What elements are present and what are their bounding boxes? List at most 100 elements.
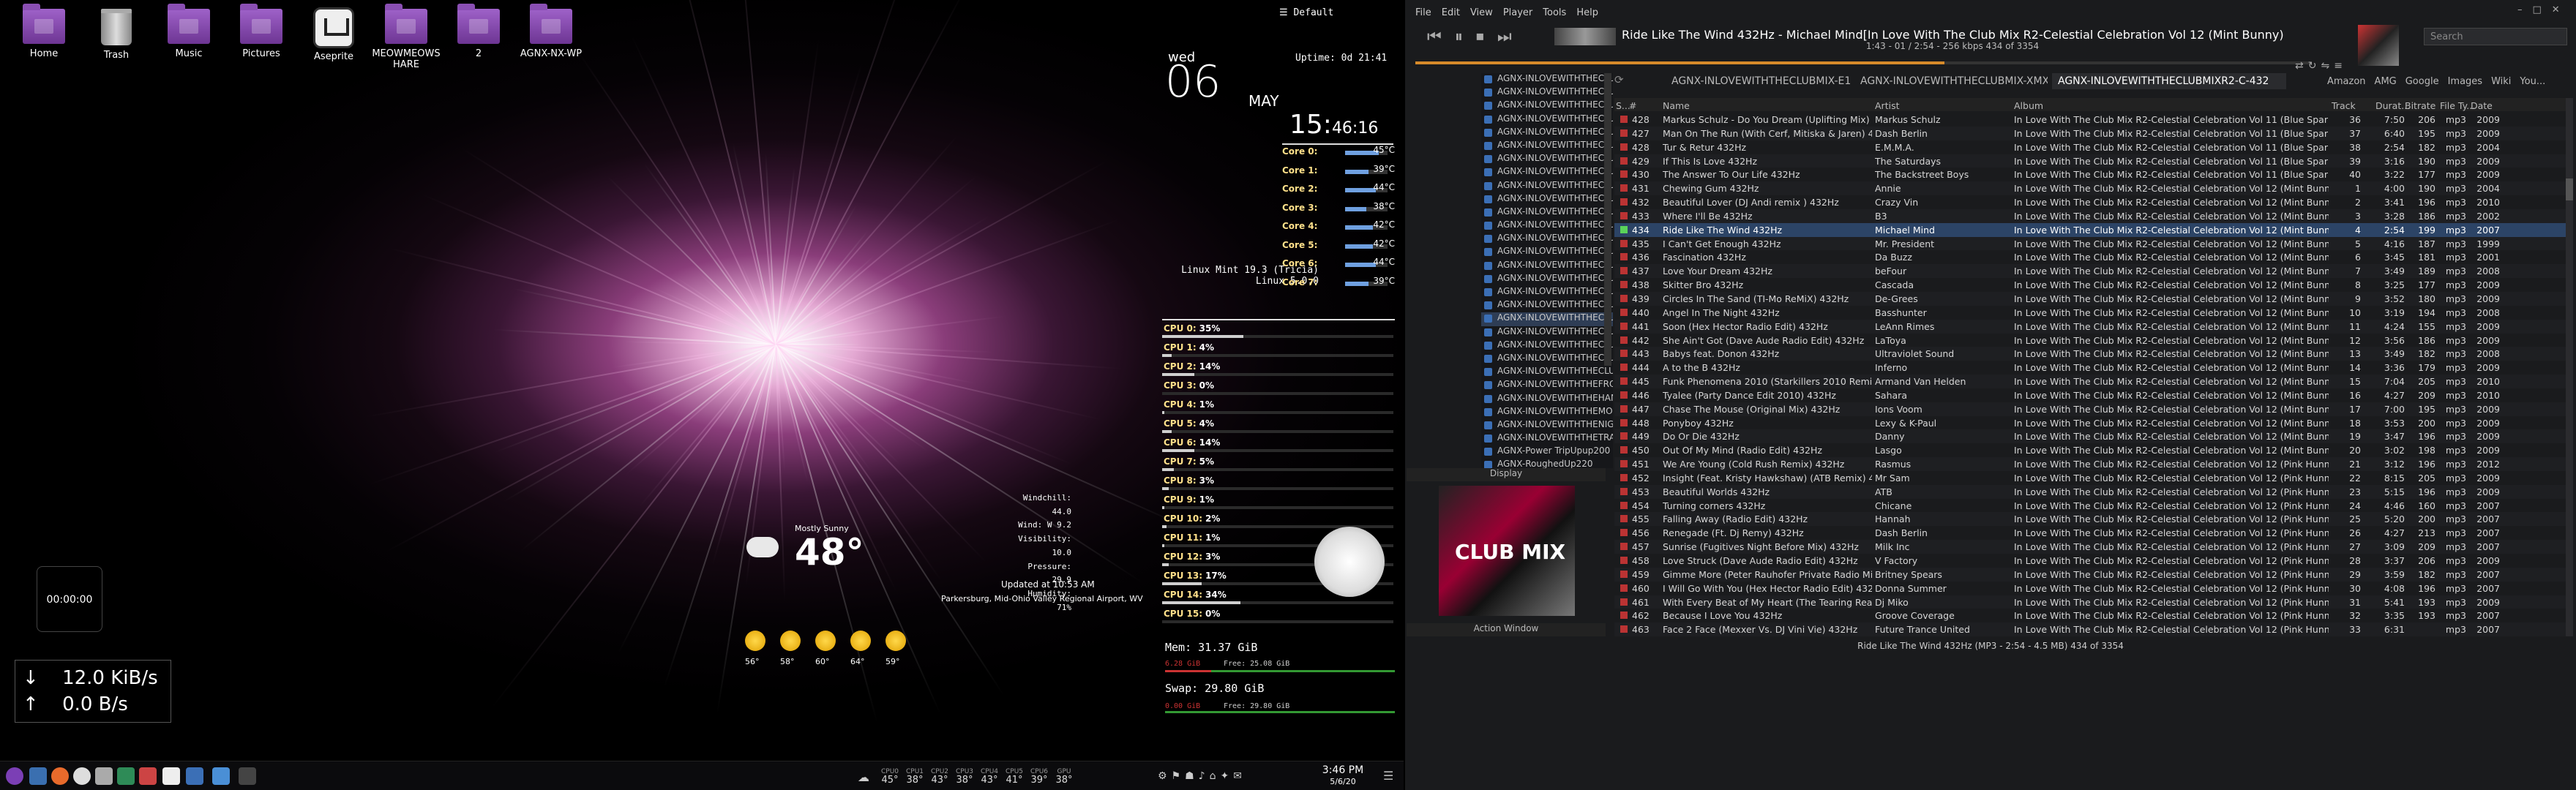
desktop-icon-pictures[interactable]: Pictures [223, 4, 299, 59]
table-row[interactable]: 441 Soon (Hex Hector Radio Edit) 432Hz LeA… [1614, 319, 2566, 334]
table-row[interactable]: 447 Chase The Mouse (Original Mix) 432Hz I… [1614, 402, 2566, 416]
menu-player[interactable]: Player [1503, 7, 1532, 18]
table-row[interactable]: 431 Chewing Gum 432Hz Annie In Love With Th… [1614, 181, 2566, 196]
table-row[interactable]: 463 Face 2 Face (Mexxer Vs. DJ Vini Vie) … [1614, 622, 2566, 636]
table-row[interactable]: 435 I Can't Get Enough 432Hz Mr. President… [1614, 236, 2566, 251]
playlist-scrollbar[interactable] [1604, 73, 1611, 366]
playlist-item[interactable]: AGNX-INLOVEWITHTHECLUBMI... [1481, 86, 1613, 99]
refresh-icon[interactable]: ⟳ [1614, 73, 1630, 89]
table-row[interactable]: 448 Ponyboy 432Hz Lexy & K-Paul In Love Wit… [1614, 416, 2566, 430]
column-header[interactable]: Album [2014, 100, 2043, 111]
tray-menu-icon[interactable]: ☰ [1383, 769, 1393, 783]
chrome-icon[interactable] [73, 767, 91, 785]
table-row[interactable]: 439 Circles In The Sand (TI-Mo ReMiX) 432… [1614, 291, 2566, 306]
table-row[interactable]: 446 Tyalee (Party Dance Edit 2010) 432Hz S… [1614, 388, 2566, 402]
playlist-item[interactable]: AGNX-INLOVEWITHTHECLUBMI... [1481, 166, 1613, 179]
playlist-item[interactable]: AGNX-INLOVEWITHTHENIGHTVI... [1481, 419, 1613, 432]
desktop-icon-trash[interactable]: Trash [78, 7, 154, 61]
table-row[interactable]: 432 Beautiful Lover (DJ Andi remix ) 432H… [1614, 195, 2566, 209]
playlist-item[interactable]: AGNX-INLOVEWITHTHECLUBMI... [1481, 273, 1613, 286]
column-header[interactable]: Track [2332, 100, 2356, 111]
track-scrollbar[interactable] [2566, 98, 2573, 636]
table-row[interactable]: 440 Angel In The Night 432Hz Basshunter In … [1614, 306, 2566, 320]
table-row[interactable]: 427 Man On The Run (With Cerf, Mitiska & … [1614, 126, 2566, 140]
tray-clock[interactable]: 3:46 PM 5/6/20 [1317, 764, 1368, 788]
table-row[interactable]: 443 Babys feat. Donon 432Hz Ultraviolet So… [1614, 347, 2566, 361]
table-row[interactable]: 455 Falling Away (Radio Edit) 432Hz Hannah… [1614, 512, 2566, 527]
playlist-item[interactable]: AGNX-INLOVEWITHTHECLUBMI... [1481, 113, 1613, 127]
table-row[interactable]: 428 Markus Schulz - Do You Dream (Uplifti… [1614, 113, 2566, 127]
menu-tools[interactable]: Tools [1543, 7, 1566, 18]
playlist-item[interactable]: AGNX-INLOVEWITHTHECLUBMI... [1481, 339, 1613, 353]
playlist-item[interactable]: AGNX-INLOVEWITHTHEMOEVIVM... [1481, 406, 1613, 419]
show-desktop-icon[interactable] [29, 767, 47, 785]
playlist-item[interactable]: AGNX-INLOVEWITHTHETRANCE... [1481, 432, 1613, 445]
stop-icon[interactable]: ⏹ [1476, 28, 1497, 46]
menu-view[interactable]: View [1470, 7, 1493, 18]
table-row[interactable]: 429 If This Is Love 432Hz The Saturdays In … [1614, 154, 2566, 168]
table-row[interactable]: 460 I Will Go With You (Hex Hector Radio … [1614, 582, 2566, 595]
playlist-item[interactable]: AGNX-INLOVEWITHTHECLUBMI... [1481, 260, 1613, 273]
tab-1[interactable]: AGNX-INLOVEWITHTHECLUBMIX-E1 [1666, 73, 1850, 89]
next-icon[interactable]: ⏭ [1497, 28, 1525, 46]
playlist-item[interactable]: AGNX-INLOVEWITHTHECLUBMI... [1481, 127, 1613, 140]
table-row[interactable]: 444 A to the B 432Hz Inferno In Love With T… [1614, 361, 2566, 375]
table-row[interactable]: 442 She Ain't Got (Dave Aude Radio Edit) … [1614, 334, 2566, 347]
column-header[interactable]: # [1629, 100, 1636, 111]
action-window-header[interactable]: Action Window [1407, 623, 1606, 636]
playlist-item[interactable]: AGNX-Power TripUpup200 [1481, 445, 1613, 459]
playlist-item[interactable]: AGNX-RoughedUp220 [1481, 459, 1613, 468]
notes-icon[interactable] [212, 767, 230, 785]
playlist-item[interactable]: AGNX-INLOVEWITHTHECLUBMI... [1481, 246, 1613, 259]
table-row[interactable]: 462 Because I Love You 432Hz Groove Covera… [1614, 609, 2566, 622]
tab-2[interactable]: AGNX-INLOVEWITHTHECLUBMIX-XMX4 [1854, 73, 2048, 89]
column-header[interactable]: File Ty... [2440, 100, 2475, 111]
timer-widget[interactable]: 00:00:00 [37, 566, 102, 632]
table-row[interactable]: 454 Turning corners 432Hz Chicane In Love W… [1614, 499, 2566, 513]
playlist-item[interactable]: AGNX-INLOVEWITHTHECLUBMI... [1481, 219, 1613, 233]
document-icon[interactable] [162, 767, 180, 785]
table-row[interactable]: 459 Gimme More (Peter Rauhofer Private Ra… [1614, 567, 2566, 582]
playlist-item[interactable]: AGNX-INLOVEWITHTHECLUBMI... [1481, 299, 1613, 312]
table-row[interactable]: 461 With Every Beat of My Heart (The Tear… [1614, 595, 2566, 609]
column-header[interactable]: Bitrate [2405, 100, 2435, 111]
table-row[interactable]: 453 Beautiful Worlds 432Hz ATB In Love With… [1614, 484, 2566, 499]
link-wiki[interactable]: Wiki [2491, 76, 2511, 87]
table-row[interactable]: 437 Love Your Dream 432Hz beFour In Love Wi… [1614, 264, 2566, 279]
desktop-icon-2[interactable]: 2 [441, 4, 517, 59]
playlist-item[interactable]: AGNX-INLOVEWITHTHECLUBMI... [1481, 286, 1613, 299]
firefox-icon[interactable] [51, 767, 69, 785]
desktop-icon-music[interactable]: Music [151, 4, 227, 59]
desktop-icon-aseprite[interactable]: Aseprite [296, 7, 372, 62]
playlist-item[interactable]: AGNX-INLOVEWITHTHECLUBMI... [1481, 73, 1613, 86]
previous-icon[interactable]: ⏮ [1427, 28, 1455, 46]
terminal-icon[interactable] [117, 767, 135, 785]
playlist-item[interactable]: AGNX-INLOVEWITHTHECLUBMI... [1481, 180, 1613, 193]
link-images[interactable]: Images [2448, 76, 2483, 87]
table-row[interactable]: 450 Out Of My Mind (Radio Edit) 432Hz Lasg… [1614, 443, 2566, 457]
app-icon[interactable] [139, 767, 157, 785]
desktop-icon-meowmeows-hare[interactable]: MEOWMEOWS HARE [368, 4, 444, 70]
table-row[interactable]: 436 Fascination 432Hz Da Buzz In Love With … [1614, 250, 2566, 264]
files-icon[interactable] [95, 767, 113, 785]
table-row[interactable]: 449 Do Or Die 432Hz Danny In Love With The … [1614, 429, 2566, 444]
pause-icon[interactable]: ⏸ [1455, 28, 1476, 46]
playlist-item[interactable]: AGNX-INLOVEWITHTHECLUBMI... [1481, 326, 1613, 339]
menu-edit[interactable]: Edit [1442, 7, 1460, 18]
playlist-item[interactable]: AGNX-INLOVEWITHTHECLUBMI... [1481, 99, 1613, 113]
playlist-item[interactable]: AGNX-INLOVEWITHTHECLUBMI... [1481, 366, 1613, 379]
default-label[interactable]: ☰ Default [1279, 7, 1333, 18]
table-row[interactable]: 452 Insight (Feat. Kristy Hawkshaw) (ATB … [1614, 471, 2566, 485]
table-row[interactable]: 434 Ride Like The Wind 432Hz Michael Mind I… [1614, 222, 2566, 237]
desktop-icon-home[interactable]: Home [6, 4, 82, 59]
link-you[interactable]: You... [2520, 76, 2545, 87]
link-amg[interactable]: AMG [2375, 76, 2397, 87]
foobar-icon[interactable] [239, 767, 256, 785]
playlist-item[interactable]: AGNX-INLOVEWITHTHECLUBMI... [1481, 206, 1613, 219]
link-google[interactable]: Google [2405, 76, 2439, 87]
start-menu-icon[interactable] [6, 767, 23, 785]
menu-file[interactable]: File [1415, 7, 1431, 18]
playlist-item[interactable]: AGNX-INLOVEWITHTHECLUBMI... [1481, 353, 1613, 366]
playlist-item[interactable]: AGNX-INLOVEWITHTHECLUBMI... [1481, 153, 1613, 166]
tray-icons[interactable]: ⚙⚑☗♪⌂✦✉ [1158, 770, 1289, 783]
